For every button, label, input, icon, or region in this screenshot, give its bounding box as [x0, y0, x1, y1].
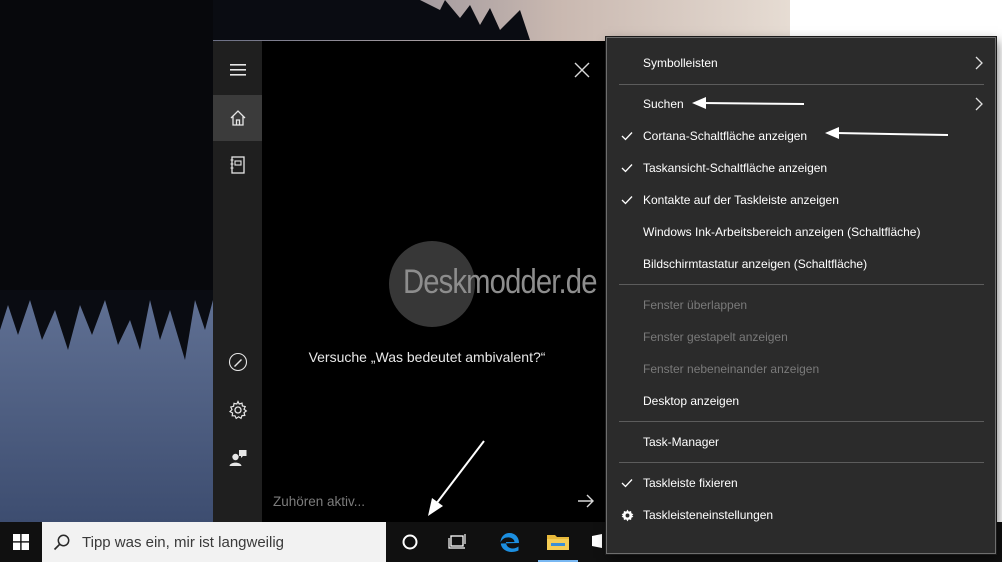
- shield-icon: [592, 534, 602, 548]
- annotation-arrow-cortana: [825, 127, 949, 139]
- pen-icon: [228, 352, 247, 372]
- submit-button[interactable]: [575, 491, 597, 511]
- context-menu-item[interactable]: Desktop anzeigen: [607, 386, 995, 416]
- home-button[interactable]: [213, 95, 262, 141]
- check-placeholder: [619, 217, 635, 247]
- cortana-panel: Deskmodder.de Versuche „Was bedeutet amb…: [213, 41, 627, 522]
- context-menu-item-label: Symbolleisten: [643, 56, 718, 70]
- menu-separator: [619, 421, 984, 422]
- task-view-button[interactable]: [434, 522, 482, 562]
- feedback-button[interactable]: [213, 435, 262, 481]
- context-menu-item[interactable]: Taskleiste fixieren: [607, 468, 995, 498]
- context-menu-item-label: Taskleisteneinstellungen: [643, 508, 774, 522]
- cortana-suggestion[interactable]: Versuche „Was bedeutet ambivalent?“: [262, 349, 592, 365]
- menu-separator: [619, 462, 984, 463]
- context-menu-item[interactable]: Windows Ink-Arbeitsbereich anzeigen (Sch…: [607, 217, 995, 247]
- context-menu-item[interactable]: Symbolleisten: [607, 48, 995, 78]
- context-menu-item-label: Fenster überlappen: [643, 298, 748, 312]
- check-placeholder: [619, 89, 635, 119]
- menu-separator: [619, 84, 984, 85]
- checkmark-icon: [619, 468, 635, 498]
- check-placeholder: [619, 354, 635, 384]
- settings-gear-icon: [228, 400, 247, 420]
- context-menu-item: Fenster gestapelt anzeigen: [607, 322, 995, 352]
- context-menu-item-label: Fenster nebeneinander anzeigen: [643, 362, 820, 376]
- cortana-sidebar: [213, 41, 262, 522]
- context-menu-item-label: Fenster gestapelt anzeigen: [643, 330, 788, 344]
- check-placeholder: [619, 427, 635, 457]
- start-button[interactable]: [0, 522, 42, 562]
- settings-button[interactable]: [213, 387, 262, 433]
- context-menu-item[interactable]: Taskansicht-Schaltfläche anzeigen: [607, 153, 995, 183]
- context-menu-item-label: Bildschirmtastatur anzeigen (Schaltfläch…: [643, 257, 868, 271]
- context-menu-item-label: Taskansicht-Schaltfläche anzeigen: [643, 161, 828, 175]
- watermark-text: Deskmodder.de: [403, 263, 597, 301]
- context-menu-item-label: Desktop anzeigen: [643, 394, 740, 408]
- close-icon: [574, 62, 590, 78]
- search-icon: [42, 522, 82, 562]
- taskbar-context-menu: Symbolleisten Suchen Cortana-Schaltfläche …: [606, 37, 996, 554]
- checkmark-icon: [619, 153, 635, 183]
- desktop-screen: Deskmodder.de Versuche „Was bedeutet amb…: [0, 0, 1002, 562]
- cortana-circle-icon: [402, 534, 418, 550]
- hamburger-menu-icon: [229, 64, 246, 76]
- check-placeholder: [619, 386, 635, 416]
- taskbar-search-box[interactable]: Tipp was ein, mir ist langweilig: [42, 522, 386, 562]
- menu-separator: [619, 284, 984, 285]
- context-menu-item-label: Kontakte auf der Taskleiste anzeigen: [643, 193, 839, 207]
- watermark: Deskmodder.de: [389, 241, 639, 331]
- task-view-icon: [448, 534, 466, 549]
- notebook-icon: [230, 156, 245, 174]
- shield-app-button[interactable]: [586, 522, 606, 562]
- context-menu-item-label: Taskleiste fixieren: [643, 476, 738, 490]
- file-explorer-icon: [547, 535, 569, 550]
- context-menu-item[interactable]: Bildschirmtastatur anzeigen (Schaltfläch…: [607, 249, 995, 279]
- search-placeholder: Tipp was ein, mir ist langweilig: [82, 533, 285, 551]
- check-placeholder: [619, 322, 635, 352]
- home-icon: [230, 110, 245, 126]
- hamburger-menu-button[interactable]: [213, 47, 262, 93]
- context-menu-item: Fenster überlappen: [607, 290, 995, 320]
- checkmark-icon: [619, 185, 635, 215]
- context-menu-item-label: Task-Manager: [643, 435, 720, 449]
- chevron-right-icon: [973, 48, 985, 78]
- edge-icon: [500, 533, 519, 552]
- chevron-right-icon: [973, 89, 985, 119]
- context-menu-item[interactable]: Kontakte auf der Taskleiste anzeigen: [607, 185, 995, 215]
- context-menu-item-label: Suchen: [643, 97, 684, 111]
- notebook-button[interactable]: [213, 142, 262, 188]
- cortana-button[interactable]: [386, 522, 434, 562]
- ink-button[interactable]: [213, 339, 262, 385]
- gear-icon: [619, 500, 635, 530]
- check-placeholder: [619, 249, 635, 279]
- checkmark-icon: [619, 121, 635, 151]
- context-menu-item[interactable]: Taskleisteneinstellungen: [607, 500, 995, 530]
- cortana-input-field[interactable]: Zuhören aktiv...: [273, 494, 365, 509]
- check-placeholder: [619, 48, 635, 78]
- edge-button[interactable]: [486, 522, 534, 562]
- close-button[interactable]: [571, 59, 593, 81]
- context-menu-item[interactable]: Task-Manager: [607, 427, 995, 457]
- feedback-person-icon: [229, 450, 246, 466]
- arrow-right-icon: [578, 494, 594, 508]
- context-menu-item-label: Cortana-Schaltfläche anzeigen: [643, 129, 808, 143]
- annotation-arrow-taskbar: [428, 440, 485, 516]
- check-placeholder: [619, 290, 635, 320]
- context-menu-item-label: Windows Ink-Arbeitsbereich anzeigen (Sch…: [643, 225, 921, 239]
- annotation-arrow-suchen: [692, 97, 805, 109]
- context-menu-item: Fenster nebeneinander anzeigen: [607, 354, 995, 384]
- file-explorer-button[interactable]: [534, 522, 582, 562]
- windows-logo-icon: [13, 534, 29, 550]
